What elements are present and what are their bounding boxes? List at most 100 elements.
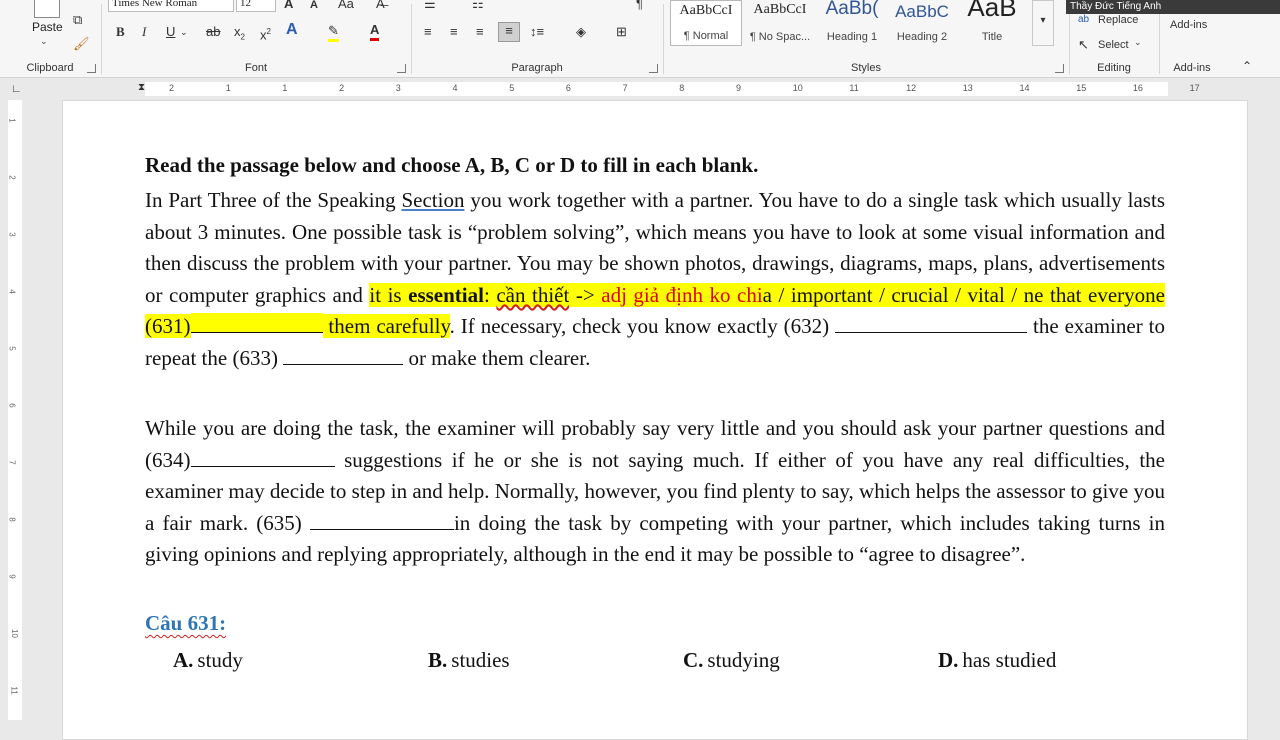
font-color-icon[interactable]: A xyxy=(370,22,380,41)
option-text: studies xyxy=(451,648,510,672)
style-heading-2[interactable]: AaBbC Heading 2 xyxy=(886,0,958,46)
font-name-combo[interactable]: Times New Roman xyxy=(108,0,234,12)
superscript-icon[interactable]: x2 xyxy=(260,24,271,43)
font-launcher-icon[interactable] xyxy=(397,64,406,73)
borders-icon[interactable]: ⊞ xyxy=(616,24,627,40)
bullets-icon[interactable]: ☰ xyxy=(424,0,436,12)
vertical-ruler-number: 5 xyxy=(7,346,17,351)
option-text: study xyxy=(197,648,243,672)
line-spacing-icon[interactable]: ↕≡ xyxy=(530,24,544,40)
collapse-ribbon-icon[interactable]: ⌃ xyxy=(1242,58,1252,74)
option-letter: A. xyxy=(173,648,194,672)
styles-launcher-icon[interactable] xyxy=(1055,64,1064,73)
blank-633[interactable] xyxy=(283,345,404,365)
style-title[interactable]: AaB Title xyxy=(956,0,1028,46)
document-page[interactable]: Read the passage below and choose A, B, … xyxy=(62,100,1248,740)
font-group: Times New Roman 12 A A Aa A̶ B I U ⌄ ab … xyxy=(102,0,410,78)
ruler-number: 6 xyxy=(565,83,571,93)
paragraph-text: In Part Three of the Speaking xyxy=(145,188,402,212)
format-painter-icon[interactable]: 🖌 xyxy=(73,36,90,52)
ruler-number: 7 xyxy=(622,83,628,93)
style-sample: AaBbCcI xyxy=(753,2,807,17)
option-b[interactable]: B. studies xyxy=(428,648,510,673)
paste-dropdown-icon[interactable]: ⌄ xyxy=(40,36,48,47)
blank-634[interactable] xyxy=(190,447,335,467)
ruler-number: 17 xyxy=(1189,83,1200,93)
option-d[interactable]: D. has studied xyxy=(938,648,1056,673)
align-center-icon[interactable]: ≡ xyxy=(450,24,458,40)
ruler-number: 15 xyxy=(1076,83,1087,93)
option-letter: C. xyxy=(683,648,704,672)
numbering-icon[interactable]: ☷ xyxy=(472,0,484,12)
style-normal[interactable]: AaBbCcI ¶ Normal xyxy=(670,0,742,46)
highlighted-bold-text: essential xyxy=(408,282,484,307)
font-group-label: Font xyxy=(244,62,267,74)
change-case-button[interactable]: Aa xyxy=(338,0,354,12)
vietnamese-note: cần thiết xyxy=(496,282,570,307)
ruler-number: 2 xyxy=(339,83,345,93)
ruler-number: 9 xyxy=(736,83,742,93)
shading-icon[interactable]: ◈ xyxy=(576,24,586,40)
vertical-ruler-number: 11 xyxy=(9,686,19,695)
styles-more-icon[interactable]: ▾ xyxy=(1032,0,1054,46)
clear-format-icon[interactable]: A̶ xyxy=(376,0,385,12)
grow-font-icon[interactable]: A xyxy=(284,0,293,12)
tab-selector-icon[interactable]: ∟ xyxy=(11,81,22,97)
horizontal-ruler[interactable]: ∟ ⧗ 2 1 1 2 3 4 5 6 7 8 9 10 11 12 13 14 15 16 17 xyxy=(0,79,1280,99)
addins-button[interactable]: Add-ins xyxy=(1170,19,1207,31)
clipboard-launcher-icon[interactable] xyxy=(87,64,96,73)
vertical-ruler-number: 6 xyxy=(7,403,17,408)
paragraph-group: ☰ ☷ ¶ ≡ ≡ ≡ ≡ ↕≡ ◈ ⊞ Paragraph xyxy=(412,0,662,78)
style-name: Title xyxy=(981,31,1003,43)
ruler-number: 14 xyxy=(1019,83,1030,93)
strikethrough-icon[interactable]: ab xyxy=(206,24,220,40)
style-name: Heading 1 xyxy=(826,31,878,43)
select-button[interactable]: Select xyxy=(1098,39,1129,51)
ruler-number: 2 xyxy=(169,83,175,93)
option-c[interactable]: C. studying xyxy=(683,648,780,673)
select-dropdown-icon[interactable]: ⌄ xyxy=(1134,37,1142,48)
passage-heading: Read the passage below and choose A, B, … xyxy=(145,153,759,177)
underline-icon[interactable]: U xyxy=(166,24,175,40)
option-letter: D. xyxy=(938,648,959,672)
passage-paragraph-1[interactable]: In Part Three of the Speaking Section yo… xyxy=(145,185,1165,375)
paragraph-text: or make them clearer. xyxy=(403,345,591,370)
replace-icon[interactable]: ab xyxy=(1078,12,1089,28)
align-right-icon[interactable]: ≡ xyxy=(476,24,484,40)
ruler-track xyxy=(145,82,1168,96)
passage-paragraph-2[interactable]: While you are doing the task, the examin… xyxy=(145,413,1165,571)
justify-icon[interactable]: ≡ xyxy=(498,22,520,42)
align-left-icon[interactable]: ≡ xyxy=(424,24,432,40)
text-effects-icon[interactable]: A xyxy=(286,22,298,38)
underline-dropdown-icon[interactable]: ⌄ xyxy=(180,24,188,40)
style-no-spacing[interactable]: AaBbCcI ¶ No Spac... xyxy=(744,0,816,46)
font-size-combo[interactable]: 12 xyxy=(236,0,276,12)
paste-button[interactable]: Paste xyxy=(32,20,63,34)
option-letter: B. xyxy=(428,648,448,672)
show-marks-icon[interactable]: ¶ xyxy=(636,0,643,12)
vertical-ruler-number: 10 xyxy=(9,629,19,638)
paragraph-launcher-icon[interactable] xyxy=(649,64,658,73)
styles-group: AaBbCcI ¶ Normal AaBbCcI ¶ No Spac... Aa… xyxy=(664,0,1068,78)
editing-group-label: Editing xyxy=(1097,62,1131,74)
subscript-icon[interactable]: x2 xyxy=(234,24,245,46)
bold-icon[interactable]: B xyxy=(116,24,125,40)
option-a[interactable]: A. study xyxy=(173,648,243,673)
style-heading-1[interactable]: AaBb( Heading 1 xyxy=(816,0,888,46)
indent-marker-icon[interactable]: ⧗ xyxy=(138,80,145,96)
shrink-font-icon[interactable]: A xyxy=(310,0,318,13)
vertical-ruler-number: 1 xyxy=(7,118,17,123)
copy-icon[interactable]: ⧉ xyxy=(73,12,82,28)
clipboard-group: Paste ⌄ ⧉ 🖌 Clipboard xyxy=(0,0,100,78)
vertical-ruler-number: 9 xyxy=(7,574,17,579)
italic-icon[interactable]: I xyxy=(142,24,146,40)
blank-635[interactable] xyxy=(309,510,454,530)
select-icon[interactable]: ↖ xyxy=(1078,37,1089,53)
highlight-icon[interactable]: ✎ xyxy=(328,23,339,42)
replace-button[interactable]: Replace xyxy=(1098,14,1138,26)
blank-632[interactable] xyxy=(835,313,1028,334)
ruler-number: 16 xyxy=(1132,83,1143,93)
paste-icon[interactable] xyxy=(34,0,60,18)
blank-631[interactable] xyxy=(190,313,323,334)
style-sample: AaBbCcI xyxy=(679,3,733,18)
